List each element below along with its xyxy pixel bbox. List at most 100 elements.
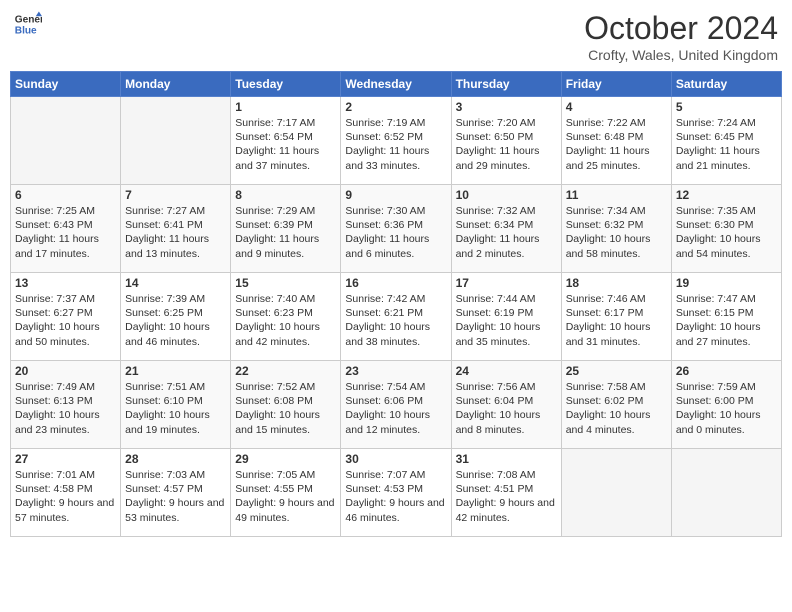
day-number: 2 bbox=[345, 100, 446, 114]
day-number: 4 bbox=[566, 100, 667, 114]
calendar-week-row: 27Sunrise: 7:01 AMSunset: 4:58 PMDayligh… bbox=[11, 449, 782, 537]
day-number: 22 bbox=[235, 364, 336, 378]
calendar-cell: 10 Sunrise: 7:32 AMSunset: 6:34 PMDayligh… bbox=[451, 185, 561, 273]
calendar-cell: 9Sunrise: 7:30 AMSunset: 6:36 PMDaylight… bbox=[341, 185, 451, 273]
day-number: 1 bbox=[235, 100, 336, 114]
weekday-header: Tuesday bbox=[231, 72, 341, 97]
day-info: Sunrise: 7:47 AMSunset: 6:15 PMDaylight:… bbox=[676, 292, 777, 349]
calendar-cell: 2 Sunrise: 7:19 AMSunset: 6:52 PMDaylight… bbox=[341, 97, 451, 185]
day-info: Sunrise: 7:27 AMSunset: 6:41 PMDaylight:… bbox=[125, 204, 226, 261]
day-number: 13 bbox=[15, 276, 116, 290]
calendar-cell: 26 Sunrise: 7:59 AMSunset: 6:00 PMDayligh… bbox=[671, 361, 781, 449]
day-number: 29 bbox=[235, 452, 336, 466]
day-number: 10 bbox=[456, 188, 557, 202]
weekday-header: Friday bbox=[561, 72, 671, 97]
calendar-table: SundayMondayTuesdayWednesdayThursdayFrid… bbox=[10, 71, 782, 537]
calendar-cell bbox=[561, 449, 671, 537]
day-number: 18 bbox=[566, 276, 667, 290]
day-info: Sunrise: 7:32 AMSunset: 6:34 PMDaylight:… bbox=[456, 204, 557, 261]
day-number: 31 bbox=[456, 452, 557, 466]
day-info: Sunrise: 7:37 AMSunset: 6:27 PMDaylight:… bbox=[15, 292, 116, 349]
day-number: 21 bbox=[125, 364, 226, 378]
calendar-cell: 14 Sunrise: 7:39 AMSunset: 6:25 PMDayligh… bbox=[121, 273, 231, 361]
calendar-cell bbox=[121, 97, 231, 185]
calendar-cell: 23 Sunrise: 7:54 AMSunset: 6:06 PMDayligh… bbox=[341, 361, 451, 449]
calendar-cell: 22Sunrise: 7:52 AMSunset: 6:08 PMDayligh… bbox=[231, 361, 341, 449]
calendar-cell: 11 Sunrise: 7:34 AMSunset: 6:32 PMDayligh… bbox=[561, 185, 671, 273]
day-number: 12 bbox=[676, 188, 777, 202]
day-number: 9 bbox=[345, 188, 446, 202]
calendar-cell: 5 Sunrise: 7:24 AMSunset: 6:45 PMDaylight… bbox=[671, 97, 781, 185]
calendar-cell: 3 Sunrise: 7:20 AMSunset: 6:50 PMDaylight… bbox=[451, 97, 561, 185]
calendar-cell: 17Sunrise: 7:44 AMSunset: 6:19 PMDayligh… bbox=[451, 273, 561, 361]
day-info: Sunrise: 7:19 AMSunset: 6:52 PMDaylight:… bbox=[345, 116, 446, 173]
calendar-cell: 25 Sunrise: 7:58 AMSunset: 6:02 PMDayligh… bbox=[561, 361, 671, 449]
day-info: Sunrise: 7:34 AMSunset: 6:32 PMDaylight:… bbox=[566, 204, 667, 261]
day-number: 8 bbox=[235, 188, 336, 202]
weekday-header: Wednesday bbox=[341, 72, 451, 97]
calendar-cell: 29 Sunrise: 7:05 AMSunset: 4:55 PMDayligh… bbox=[231, 449, 341, 537]
calendar-week-row: 1 Sunrise: 7:17 AMSunset: 6:54 PMDaylight… bbox=[11, 97, 782, 185]
day-info: Sunrise: 7:51 AMSunset: 6:10 PMDaylight:… bbox=[125, 380, 226, 437]
calendar-cell: 21 Sunrise: 7:51 AMSunset: 6:10 PMDayligh… bbox=[121, 361, 231, 449]
svg-text:Blue: Blue bbox=[15, 25, 37, 36]
day-info: Sunrise: 7:56 AMSunset: 6:04 PMDaylight:… bbox=[456, 380, 557, 437]
calendar-cell: 30Sunrise: 7:07 AMSunset: 4:53 PMDayligh… bbox=[341, 449, 451, 537]
day-info: Sunrise: 7:25 AMSunset: 6:43 PMDaylight:… bbox=[15, 204, 116, 261]
calendar-cell: 27Sunrise: 7:01 AMSunset: 4:58 PMDayligh… bbox=[11, 449, 121, 537]
day-info: Sunrise: 7:03 AMSunset: 4:57 PMDaylight:… bbox=[125, 468, 226, 525]
day-info: Sunrise: 7:17 AMSunset: 6:54 PMDaylight:… bbox=[235, 116, 336, 173]
day-number: 11 bbox=[566, 188, 667, 202]
day-number: 3 bbox=[456, 100, 557, 114]
day-info: Sunrise: 7:54 AMSunset: 6:06 PMDaylight:… bbox=[345, 380, 446, 437]
day-info: Sunrise: 7:39 AMSunset: 6:25 PMDaylight:… bbox=[125, 292, 226, 349]
day-info: Sunrise: 7:40 AMSunset: 6:23 PMDaylight:… bbox=[235, 292, 336, 349]
calendar-cell: 6 Sunrise: 7:25 AMSunset: 6:43 PMDaylight… bbox=[11, 185, 121, 273]
day-number: 7 bbox=[125, 188, 226, 202]
day-number: 30 bbox=[345, 452, 446, 466]
calendar-cell: 28 Sunrise: 7:03 AMSunset: 4:57 PMDayligh… bbox=[121, 449, 231, 537]
day-info: Sunrise: 7:59 AMSunset: 6:00 PMDaylight:… bbox=[676, 380, 777, 437]
day-number: 6 bbox=[15, 188, 116, 202]
day-info: Sunrise: 7:58 AMSunset: 6:02 PMDaylight:… bbox=[566, 380, 667, 437]
weekday-header: Saturday bbox=[671, 72, 781, 97]
day-number: 23 bbox=[345, 364, 446, 378]
logo: General Blue bbox=[14, 10, 42, 38]
calendar-cell: 16 Sunrise: 7:42 AMSunset: 6:21 PMDayligh… bbox=[341, 273, 451, 361]
calendar-cell: 19Sunrise: 7:47 AMSunset: 6:15 PMDayligh… bbox=[671, 273, 781, 361]
day-info: Sunrise: 7:05 AMSunset: 4:55 PMDaylight:… bbox=[235, 468, 336, 525]
day-info: Sunrise: 7:42 AMSunset: 6:21 PMDaylight:… bbox=[345, 292, 446, 349]
calendar-cell: 13 Sunrise: 7:37 AMSunset: 6:27 PMDayligh… bbox=[11, 273, 121, 361]
day-number: 16 bbox=[345, 276, 446, 290]
weekday-header: Thursday bbox=[451, 72, 561, 97]
calendar-cell bbox=[671, 449, 781, 537]
day-number: 28 bbox=[125, 452, 226, 466]
day-info: Sunrise: 7:20 AMSunset: 6:50 PMDaylight:… bbox=[456, 116, 557, 173]
day-number: 5 bbox=[676, 100, 777, 114]
calendar-cell: 31Sunrise: 7:08 AMSunset: 4:51 PMDayligh… bbox=[451, 449, 561, 537]
page-header: General Blue October 2024 Crofty, Wales,… bbox=[10, 10, 782, 63]
day-number: 26 bbox=[676, 364, 777, 378]
calendar-cell: 24 Sunrise: 7:56 AMSunset: 6:04 PMDayligh… bbox=[451, 361, 561, 449]
day-info: Sunrise: 7:35 AMSunset: 6:30 PMDaylight:… bbox=[676, 204, 777, 261]
day-number: 15 bbox=[235, 276, 336, 290]
calendar-week-row: 13 Sunrise: 7:37 AMSunset: 6:27 PMDayligh… bbox=[11, 273, 782, 361]
location: Crofty, Wales, United Kingdom bbox=[584, 47, 778, 63]
day-info: Sunrise: 7:24 AMSunset: 6:45 PMDaylight:… bbox=[676, 116, 777, 173]
day-info: Sunrise: 7:01 AMSunset: 4:58 PMDaylight:… bbox=[15, 468, 116, 525]
calendar-cell bbox=[11, 97, 121, 185]
calendar-cell: 8Sunrise: 7:29 AMSunset: 6:39 PMDaylight… bbox=[231, 185, 341, 273]
day-info: Sunrise: 7:49 AMSunset: 6:13 PMDaylight:… bbox=[15, 380, 116, 437]
calendar-cell: 20Sunrise: 7:49 AMSunset: 6:13 PMDayligh… bbox=[11, 361, 121, 449]
weekday-header: Sunday bbox=[11, 72, 121, 97]
logo-icon: General Blue bbox=[14, 10, 42, 38]
day-number: 24 bbox=[456, 364, 557, 378]
calendar-cell: 12 Sunrise: 7:35 AMSunset: 6:30 PMDayligh… bbox=[671, 185, 781, 273]
day-info: Sunrise: 7:46 AMSunset: 6:17 PMDaylight:… bbox=[566, 292, 667, 349]
calendar-cell: 1 Sunrise: 7:17 AMSunset: 6:54 PMDaylight… bbox=[231, 97, 341, 185]
day-number: 25 bbox=[566, 364, 667, 378]
header-row: SundayMondayTuesdayWednesdayThursdayFrid… bbox=[11, 72, 782, 97]
calendar-cell: 18 Sunrise: 7:46 AMSunset: 6:17 PMDayligh… bbox=[561, 273, 671, 361]
day-info: Sunrise: 7:44 AMSunset: 6:19 PMDaylight:… bbox=[456, 292, 557, 349]
day-number: 14 bbox=[125, 276, 226, 290]
